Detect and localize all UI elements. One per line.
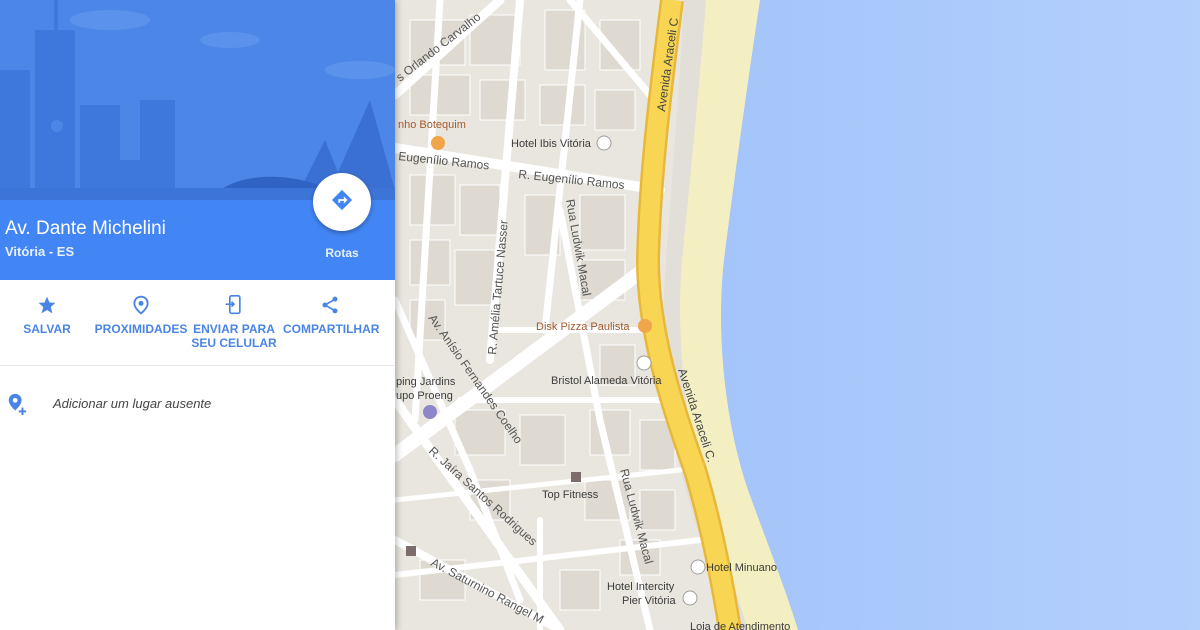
send-to-phone-button[interactable]: ENVIAR PARA SEU CELULAR — [187, 294, 281, 350]
add-missing-place-button[interactable]: Adicionar um lugar ausente — [0, 388, 395, 418]
share-button[interactable]: COMPARTILHAR — [283, 294, 380, 336]
place-subtitle: Vitória - ES — [5, 244, 75, 259]
poi-label: Loja de Atendimento — [690, 621, 790, 630]
poi-label: Bristol Alameda Vitória — [551, 375, 662, 387]
nearby-pin-icon — [94, 294, 188, 316]
poi-label: Hotel Ibis Vitória — [511, 138, 592, 150]
poi-label: Pier Vitória — [622, 595, 676, 607]
save-label: SALVAR — [23, 322, 71, 336]
action-bar: SALVAR PROXIMIDADES ENVIAR PARA SEU CELU… — [0, 280, 395, 366]
poi-label: Top Fitness — [542, 489, 599, 501]
send-to-phone-label: ENVIAR PARA SEU CELULAR — [191, 322, 277, 350]
directions-button[interactable] — [313, 173, 371, 231]
star-icon — [0, 294, 94, 316]
directions-icon — [331, 189, 353, 216]
poi-label: Hotel Intercity — [607, 581, 675, 593]
poi-label: ping Jardins — [396, 376, 456, 388]
nearby-button[interactable]: PROXIMIDADES — [94, 294, 188, 336]
hero-illustration — [0, 0, 395, 200]
add-missing-place-label: Adicionar um lugar ausente — [53, 396, 212, 411]
poi-label: Disk Pizza Paulista — [536, 321, 630, 333]
poi-label: nho Botequim — [398, 119, 466, 131]
add-place-icon — [6, 392, 28, 421]
save-button[interactable]: SALVAR — [0, 294, 94, 336]
place-title: Av. Dante Michelini — [5, 218, 166, 239]
share-label: COMPARTILHAR — [283, 322, 380, 336]
directions-label[interactable]: Rotas — [313, 246, 371, 260]
place-details-panel: Av. Dante Michelini Vitória - ES Rotas S… — [0, 0, 395, 630]
poi-label: Hotel Minuano — [706, 562, 777, 574]
nearby-label: PROXIMIDADES — [94, 322, 188, 336]
send-to-phone-icon — [187, 294, 281, 316]
share-icon — [283, 294, 377, 316]
poi-label: upo Proeng — [396, 390, 453, 402]
